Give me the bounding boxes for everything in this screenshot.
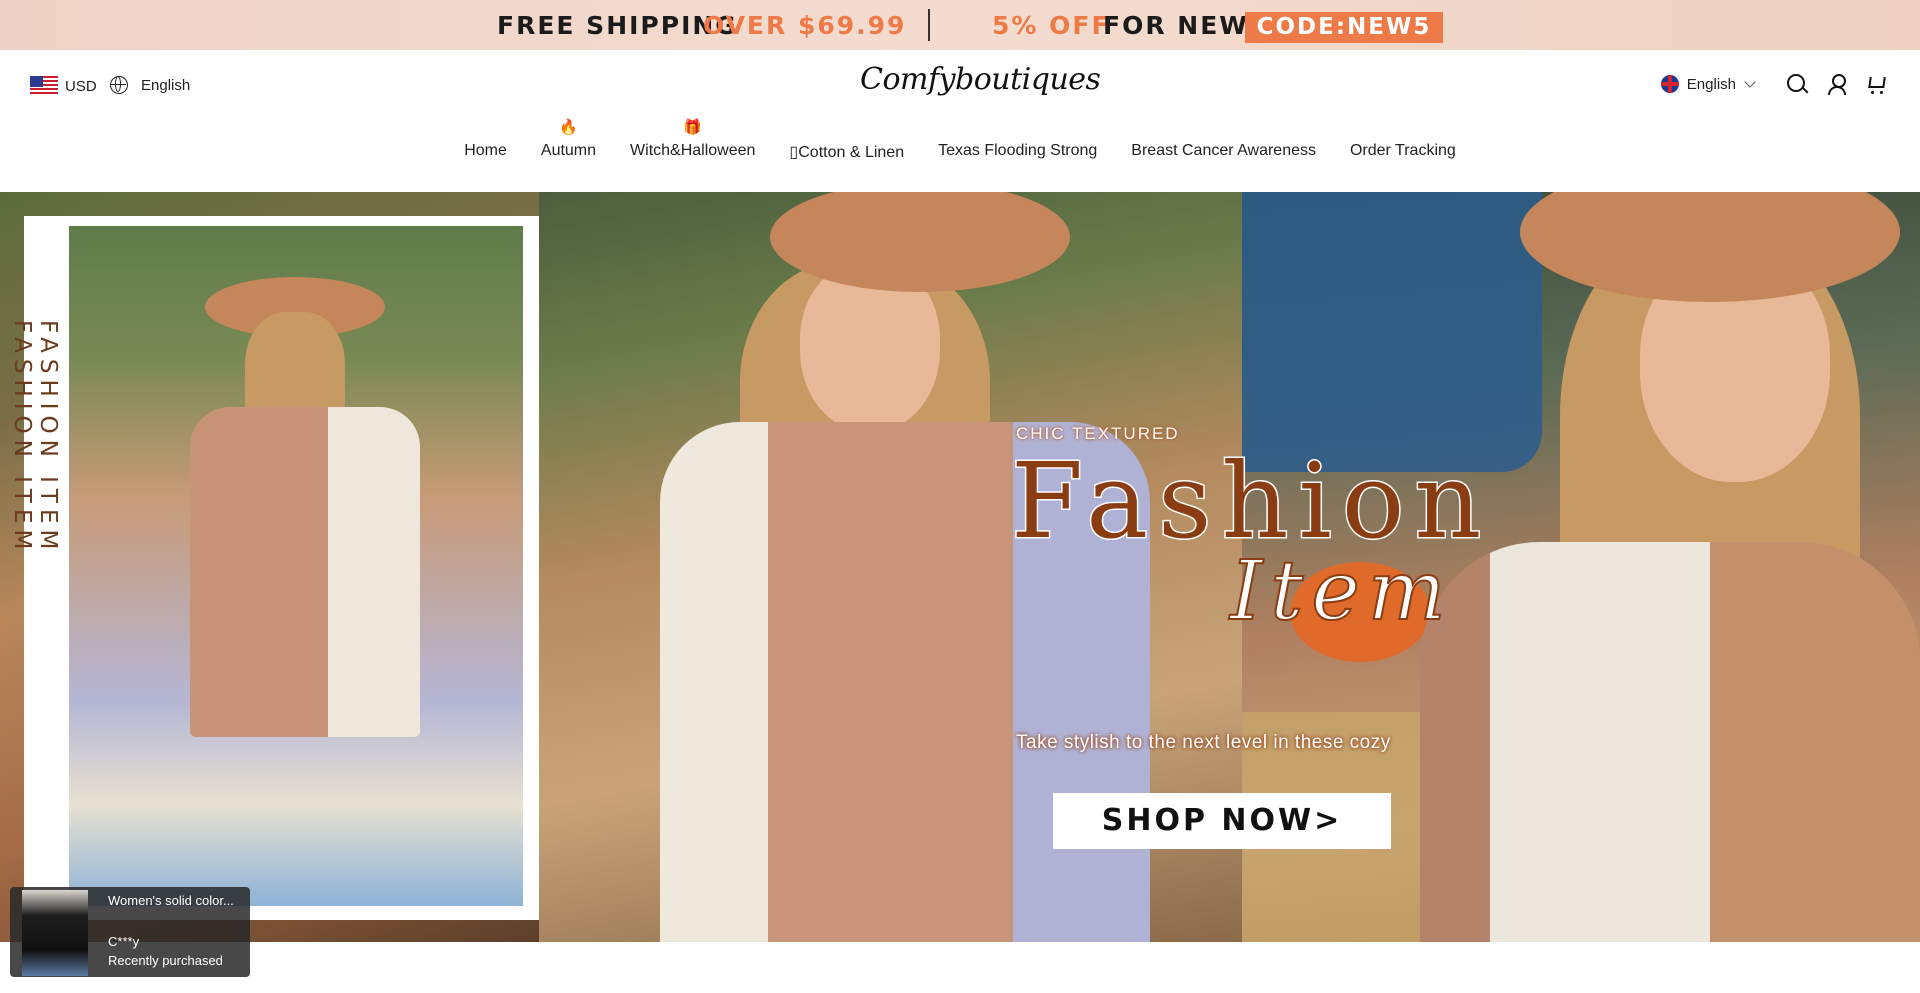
currency-label: USD [65, 77, 97, 95]
nav-item-order-tracking[interactable]: Order Tracking [1350, 142, 1456, 162]
nav-item-witch-halloween[interactable]: 🎁 Witch&Halloween [630, 120, 756, 162]
recent-purchase-popup[interactable]: Women's solid color... C***y Recently pu… [10, 887, 250, 977]
nav-item-cotton-linen[interactable]: ▯Cotton & Linen [789, 142, 904, 162]
product-thumbnail [22, 890, 88, 976]
nav-label: Home [464, 142, 507, 159]
fire-icon: 🔥 [559, 119, 578, 136]
site-header: USD English Comfyboutiques English Home … [0, 50, 1920, 192]
hero-tagline: Take stylish to the next level in these … [1016, 732, 1391, 753]
sweater-image [190, 407, 420, 737]
toast-status: Recently purchased [108, 953, 223, 968]
toast-product-name: Women's solid color... [108, 893, 234, 908]
promo-for-new: FOR NEW [1103, 11, 1249, 40]
language-dropdown[interactable]: English [1660, 75, 1756, 93]
nav-label: Witch&Halloween [630, 142, 756, 159]
promo-divider [928, 9, 930, 41]
currency-selector[interactable]: USD [30, 76, 97, 96]
hero-banner[interactable]: FASHION ITEM FASHION ITEM CHIC TEXTURED … [0, 192, 1920, 942]
promo-threshold: OVER $69.99 [703, 11, 907, 40]
side-text-bottom: FASHION ITEM [9, 320, 35, 556]
blue-truck-image [1242, 192, 1542, 472]
missing-glyph-icon: ▯ [789, 144, 799, 161]
main-nav: Home 🔥 Autumn 🎁 Witch&Halloween ▯Cotton & … [0, 120, 1920, 162]
nav-item-breast-cancer[interactable]: Breast Cancer Awareness [1131, 142, 1316, 162]
shop-now-button[interactable]: SHOP NOW> [1053, 793, 1391, 849]
cart-icon[interactable] [1866, 73, 1888, 95]
nav-label: Texas Flooding Strong [938, 142, 1098, 159]
nav-item-autumn[interactable]: 🔥 Autumn [540, 120, 597, 162]
search-icon[interactable] [1786, 73, 1808, 95]
nav-item-home[interactable]: Home [464, 142, 507, 162]
promo-discount: 5% OFF [992, 11, 1111, 40]
gift-icon: 🎁 [683, 119, 703, 136]
uk-flag-icon [1660, 75, 1679, 93]
side-text-top: FASHION ITEM [35, 320, 61, 556]
nav-label: Cotton & Linen [798, 144, 905, 161]
nav-label: Breast Cancer Awareness [1131, 142, 1316, 159]
globe-icon [110, 76, 128, 94]
language-selector[interactable]: English [110, 76, 190, 94]
us-flag-icon [30, 76, 58, 96]
promo-code-badge: CODE:NEW5 [1245, 12, 1443, 43]
header-tools: English [1660, 73, 1888, 95]
language-label: English [141, 76, 191, 94]
promo-banner[interactable]: FREE SHIPPING OVER $69.99 5% OFF FOR NEW… [0, 0, 1920, 50]
sweater-image [1420, 542, 1920, 942]
side-vertical-text: FASHION ITEM FASHION ITEM [9, 320, 61, 800]
promo-free-shipping: FREE SHIPPING [497, 11, 738, 40]
nav-label: Order Tracking [1349, 142, 1456, 159]
toast-buyer: C***y [108, 934, 140, 949]
language-dropdown-label: English [1686, 75, 1736, 93]
hero-headline-script: Item [1229, 543, 1454, 640]
site-logo[interactable]: Comfyboutiques [860, 62, 1101, 108]
nav-item-texas-flooding[interactable]: Texas Flooding Strong [938, 142, 1097, 162]
chevron-down-icon [1744, 76, 1756, 88]
account-icon[interactable] [1826, 73, 1848, 95]
nav-label: Autumn [540, 142, 597, 159]
